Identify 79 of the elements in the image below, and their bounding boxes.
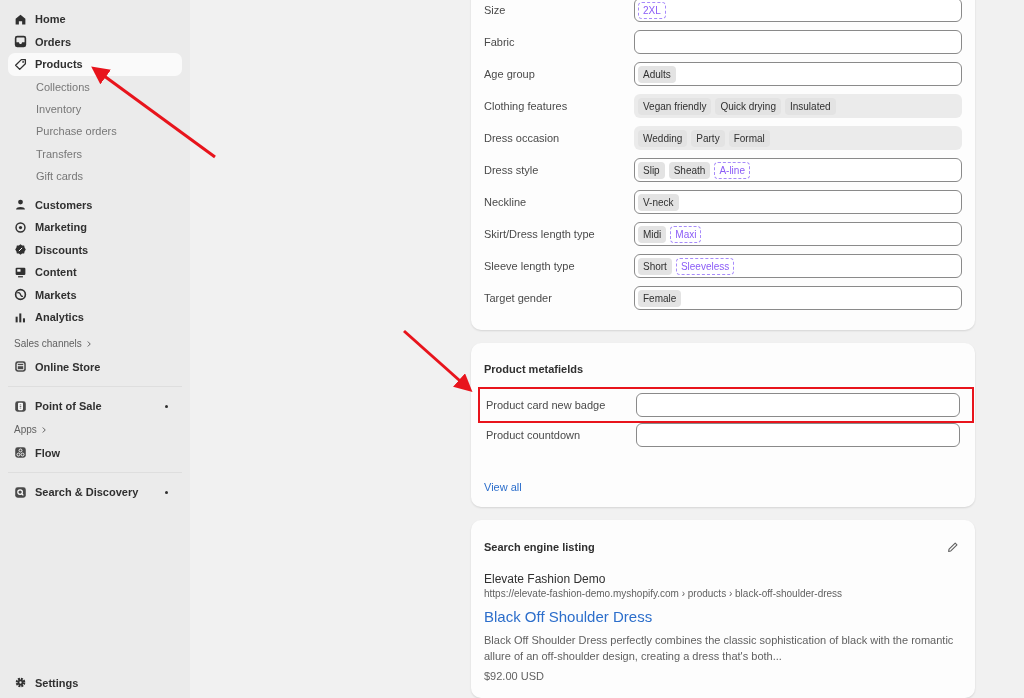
settings-icon (14, 676, 27, 690)
nav-subitem[interactable]: Inventory (8, 97, 182, 121)
suggested-tag[interactable]: Sleeveless (675, 257, 735, 275)
nav-item[interactable]: Flow (8, 441, 182, 464)
field-label: Size (484, 4, 507, 16)
nav-item[interactable]: Markets (8, 283, 182, 306)
field-label: Clothing features (484, 100, 569, 112)
house-icon (14, 12, 27, 26)
phone-app-icon (14, 399, 27, 413)
nav-item[interactable]: Orders (8, 30, 182, 53)
tag[interactable]: Short (638, 257, 672, 275)
tag-field[interactable]: Female (634, 286, 962, 310)
field-label: Fabric (484, 36, 516, 48)
field-label: Age group (484, 68, 536, 80)
nav-item[interactable]: Search & Discovery (8, 480, 182, 504)
tag[interactable]: Female (638, 289, 682, 307)
nav-item[interactable]: Settings (8, 671, 182, 694)
nav-item[interactable]: Content (8, 260, 182, 284)
field-label: Sleeve length type (484, 260, 576, 272)
tag[interactable]: Midi (638, 225, 667, 243)
field-label: Neckline (484, 196, 528, 208)
field-label: Product countdown (486, 429, 582, 441)
nav-item[interactable]: Customers (8, 193, 182, 216)
field-label: Skirt/Dress length type (484, 228, 596, 240)
store-name: Elevate Fashion Demo (484, 572, 607, 586)
nav-item[interactable]: Point of Sale (8, 394, 182, 418)
edit-icon (946, 540, 960, 554)
monitor-icon (14, 265, 27, 279)
nav-subitem[interactable]: Gift cards (8, 165, 182, 188)
tag-field[interactable]: Slip Sheath A-line (634, 158, 962, 182)
nav-subitem[interactable]: Collections (8, 75, 182, 98)
tag[interactable]: Sheath (668, 161, 711, 179)
inbox-icon (14, 35, 27, 49)
tag-field[interactable]: 2XL (634, 0, 962, 22)
nav-item[interactable]: Products (8, 53, 182, 76)
field-label: Dress style (484, 164, 540, 176)
tag-field[interactable]: Short Sleeveless (634, 254, 962, 278)
page-url: https://elevate-fashion-demo.myshopify.com › products › black-off-shoulder-dress (484, 588, 844, 599)
tag[interactable]: Adults (638, 65, 676, 83)
input-field[interactable] (636, 423, 960, 447)
tag-field[interactable]: Midi Maxi (634, 222, 962, 246)
tag-field[interactable]: Adults (634, 62, 962, 86)
suggested-tag[interactable]: 2XL (638, 1, 666, 19)
field-label: Dress occasion (484, 132, 561, 144)
page-title-link[interactable]: Black Off Shoulder Dress (484, 608, 962, 625)
globe-icon (14, 288, 27, 302)
nav-subitem[interactable]: Transfers (8, 142, 182, 166)
nav-item[interactable]: Discounts (8, 238, 182, 261)
nav-item[interactable]: Online Store (8, 355, 182, 378)
store-icon (14, 360, 27, 374)
tag-field[interactable]: V-neck (634, 190, 962, 214)
price: $92.00 USD (484, 670, 545, 684)
card-title: Search engine listing (484, 541, 595, 553)
card-title: Product metafields (484, 363, 585, 375)
section-heading[interactable]: Sales channels (8, 338, 182, 350)
section-heading[interactable]: Apps (8, 424, 182, 436)
badge-icon (14, 243, 27, 257)
tag[interactable]: V-neck (638, 193, 679, 211)
view-all-link[interactable]: View all (484, 481, 522, 493)
nav-item[interactable]: Home (8, 8, 182, 31)
tag-icon (14, 57, 27, 71)
search-app-icon (14, 485, 27, 499)
target-icon (14, 220, 27, 234)
tag[interactable]: Slip (638, 161, 665, 179)
field-label: Product card new badge (486, 399, 607, 411)
flow-app-icon (14, 446, 27, 460)
nav-item[interactable]: Marketing (8, 215, 182, 239)
field-label: Target gender (484, 292, 553, 304)
suggested-tag[interactable]: Maxi (670, 225, 702, 243)
person-icon (14, 198, 27, 212)
meta-description: Black Off Shoulder Dress perfectly combines the classic sophistication of black with the romantic allure of an off-shoulder design, creating a dress that's both... (484, 633, 955, 664)
bar-chart-icon (14, 310, 27, 324)
input-field[interactable] (636, 393, 960, 417)
nav-item[interactable]: Analytics (8, 305, 182, 329)
annotation-arrow (403, 329, 473, 392)
tag-field[interactable] (634, 30, 962, 54)
suggested-tag[interactable]: A-line (714, 161, 750, 179)
edit-button[interactable] (946, 540, 960, 554)
nav-subitem[interactable]: Purchase orders (8, 120, 182, 143)
